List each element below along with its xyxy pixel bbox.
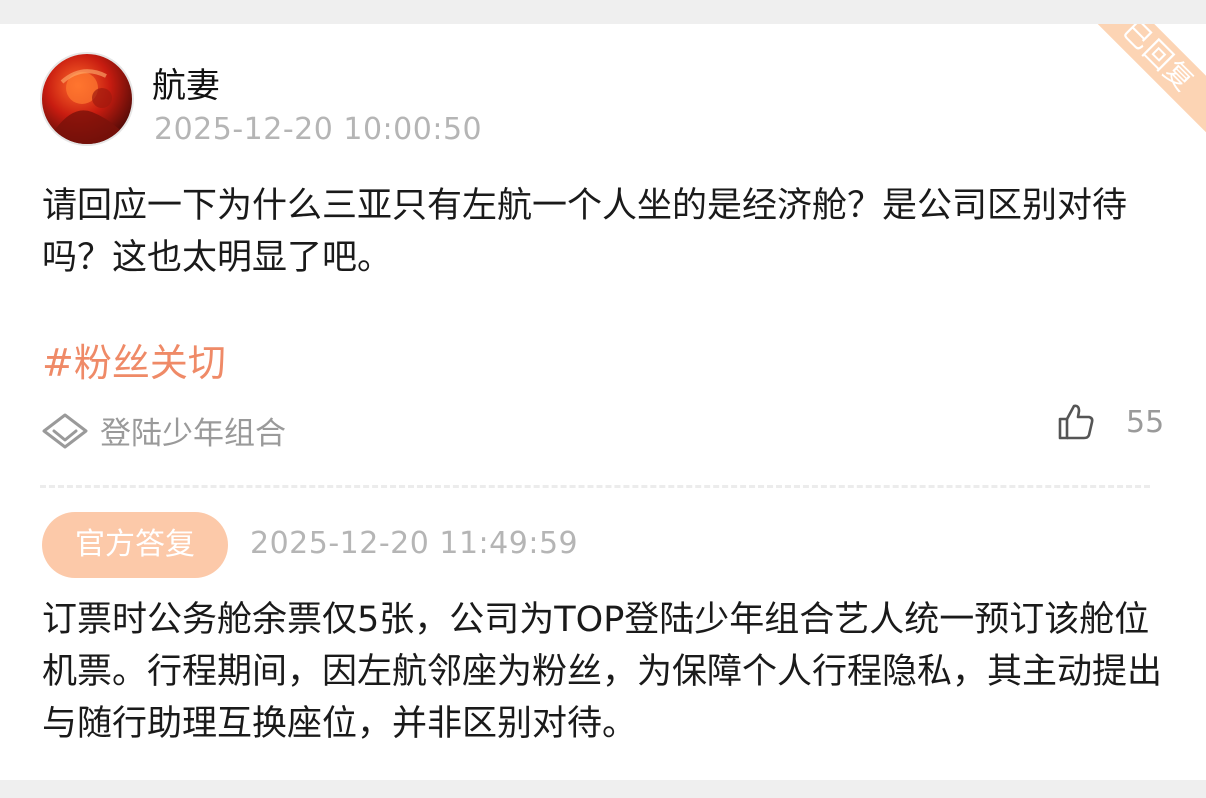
answer-text: 订票时公务舱余票仅5张，公司为TOP登陆少年组合艺人统一预订该舱位机票。行程期间…	[42, 600, 1163, 744]
username[interactable]: 航妻	[152, 58, 220, 107]
avatar[interactable]	[40, 52, 134, 146]
divider	[40, 485, 1150, 488]
group-label: 登陆少年组合	[100, 416, 286, 452]
hashtag-link[interactable]: #粉丝关切	[42, 332, 226, 387]
question-text: 请回应一下为什么三亚只有左航一个人坐的是经济舱？是公司区别对待吗？这也太明显了吧…	[42, 186, 1128, 278]
group-tag[interactable]: 登陆少年组合	[40, 408, 286, 453]
replied-ribbon: 已回复	[1066, 24, 1206, 148]
qa-card: 已回复 航妻 2025-12-20 10:00:50 请回应一下为什么三亚只有左…	[0, 24, 1206, 780]
official-reply-badge: 官方答复	[42, 512, 228, 578]
question-timestamp: 2025-12-20 10:00:50	[154, 112, 483, 147]
like-count: 55	[1126, 404, 1165, 440]
answer-timestamp: 2025-12-20 11:49:59	[250, 526, 579, 561]
avatar-image	[52, 69, 128, 144]
thumbs-up-outline-icon	[1058, 404, 1094, 440]
like-button[interactable]: 55	[1056, 402, 1164, 442]
diamond-outline-icon	[42, 413, 88, 448]
